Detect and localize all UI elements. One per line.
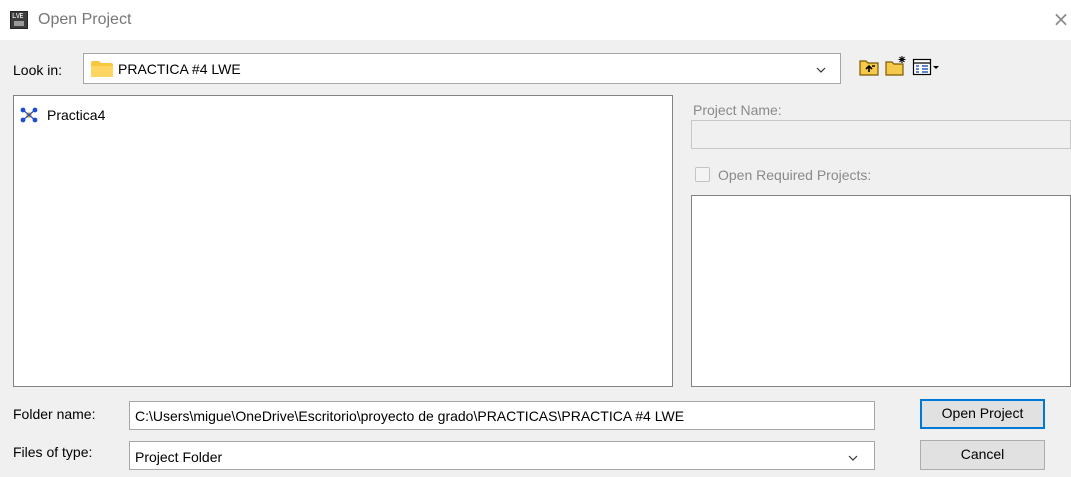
window-title: Open Project bbox=[38, 11, 132, 28]
files-of-type-label: Files of type: bbox=[13, 444, 93, 460]
project-name-label: Project Name: bbox=[693, 102, 782, 118]
labview-app-icon: LVE bbox=[10, 11, 28, 29]
folder-name-input[interactable]: C:\Users\migue\OneDrive\Escritorio\proye… bbox=[129, 401, 875, 430]
close-button[interactable]: × bbox=[1050, 6, 1071, 32]
look-in-combo[interactable]: PRACTICA #4 LWE bbox=[83, 53, 841, 84]
chevron-down-icon[interactable] bbox=[816, 65, 826, 75]
file-list[interactable]: Practica4 bbox=[13, 95, 673, 387]
folder-icon bbox=[91, 61, 113, 77]
look-in-value: PRACTICA #4 LWE bbox=[118, 61, 241, 77]
chevron-down-icon[interactable] bbox=[848, 453, 858, 463]
view-menu-icon[interactable] bbox=[912, 57, 940, 77]
project-name-field bbox=[691, 120, 1071, 149]
folder-name-label: Folder name: bbox=[13, 406, 96, 422]
open-required-checkbox[interactable] bbox=[695, 167, 710, 182]
open-required-label: Open Required Projects: bbox=[718, 167, 872, 183]
cancel-button[interactable]: Cancel bbox=[920, 440, 1045, 470]
folder-name-value: C:\Users\migue\OneDrive\Escritorio\proye… bbox=[135, 408, 685, 424]
up-folder-icon[interactable] bbox=[858, 57, 880, 77]
title-bar: LVE Open Project × bbox=[0, 0, 1071, 40]
look-in-label: Look in: bbox=[13, 62, 63, 78]
list-item-label: Practica4 bbox=[47, 107, 106, 123]
open-project-button[interactable]: Open Project bbox=[920, 399, 1045, 429]
files-of-type-combo[interactable]: Project Folder bbox=[129, 441, 875, 470]
labview-project-icon bbox=[20, 107, 38, 123]
files-of-type-value: Project Folder bbox=[135, 449, 223, 465]
required-projects-list[interactable] bbox=[691, 195, 1071, 387]
new-folder-icon[interactable] bbox=[884, 55, 908, 77]
